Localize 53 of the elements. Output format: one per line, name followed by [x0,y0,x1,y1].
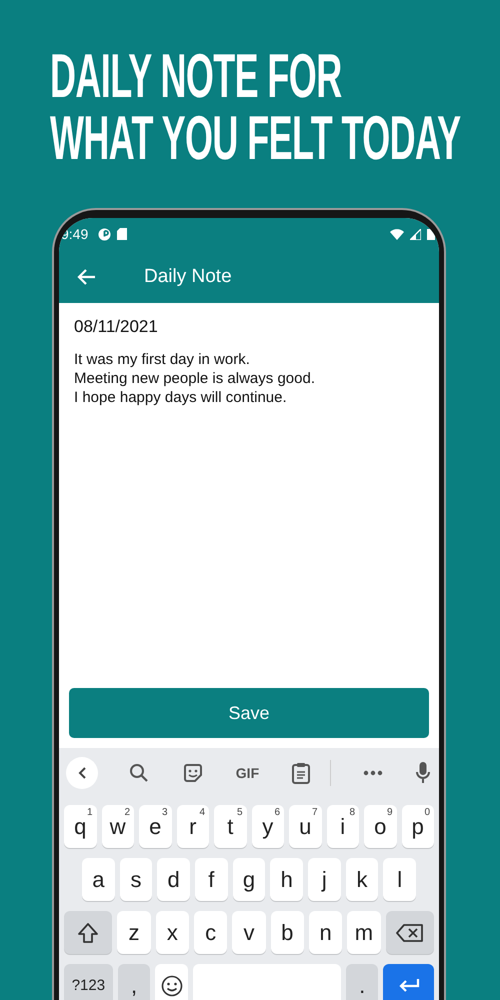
headline-text: DAILY NOTE FOR [50,46,342,108]
save-button[interactable]: Save [69,688,429,738]
keyboard-key[interactable]: . [346,964,378,1000]
keyboard-key[interactable]: n [308,911,342,954]
key-number: 4 [199,807,205,818]
gif-button[interactable]: GIF [234,763,262,783]
key-number: 6 [274,807,280,818]
key-number: 9 [386,807,392,818]
app-notification-icon [98,228,112,240]
keyboard-key[interactable]: j [308,858,341,901]
keyboard-key[interactable]: l [383,858,416,901]
keyboard-key[interactable]: c [194,911,228,954]
key-number: 1 [86,807,92,818]
note-date: 08/11/2021 [74,317,159,337]
keyboard-key[interactable]: x [156,911,189,954]
battery-icon [427,228,435,240]
key-number: 7 [312,807,318,818]
keyboard-key[interactable]: d [157,858,190,901]
headline-text: WHAT YOU FELT TODAY [50,108,461,170]
app-title: Daily Note [144,266,232,288]
clipboard-icon[interactable] [290,760,332,786]
collapse-button[interactable] [66,757,98,789]
keyboard-key[interactable]: f [195,858,228,901]
emoji-key[interactable] [155,964,188,1000]
keyboard-key[interactable]: ?123 [64,964,113,1000]
keyboard-key[interactable]: z [117,911,151,954]
key-number: 5 [236,807,242,818]
key-number: 3 [162,807,168,818]
microphone-icon[interactable] [414,760,432,786]
keyboard-key[interactable]: a [82,858,115,901]
smiley-icon [160,974,183,996]
keyboard-key[interactable]: b [270,911,304,954]
backspace-icon [396,922,424,942]
keyboard-key[interactable]: v [232,911,266,954]
sd-card-icon [117,228,128,240]
enter-key[interactable] [383,964,434,1000]
key-number: 0 [424,807,430,818]
enter-icon [398,978,420,994]
keyboard-key[interactable]: s [120,858,152,901]
shift-icon [77,922,100,944]
keyboard-key[interactable]: h [270,858,304,901]
chevron-left-icon [77,766,87,780]
shift-key[interactable] [64,911,112,954]
backspace-key[interactable] [386,911,434,954]
keyboard-key[interactable]: k [346,858,378,901]
note-text-field[interactable]: It was my first day in work. Meeting new people is always good. I hope happy days will continue. [74,350,429,407]
keyboard-key[interactable]: , [118,964,150,1000]
key-number: 8 [349,807,355,818]
key-number: 2 [124,807,130,818]
keyboard-key[interactable]: m [347,911,381,954]
wifi-icon [390,228,404,240]
keyboard-key[interactable]: g [232,858,266,901]
signal-icon [410,228,421,240]
